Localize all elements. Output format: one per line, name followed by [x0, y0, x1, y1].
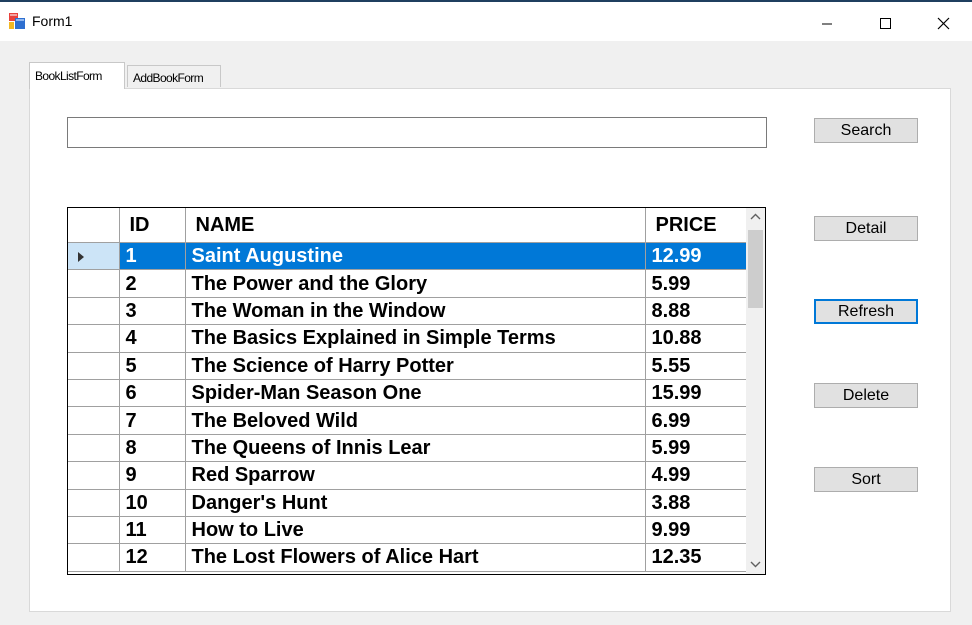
table-row[interactable]: 11 How to Live 9.99: [68, 516, 747, 545]
book-data-grid[interactable]: ID NAME PRICE 1 Saint Augustine 12.99 2 The …: [67, 207, 766, 575]
row-header[interactable]: [68, 242, 120, 271]
table-row[interactable]: 7 The Beloved Wild 6.99: [68, 406, 747, 435]
table-row[interactable]: 12 The Lost Flowers of Alice Hart 12.35: [68, 543, 747, 572]
table-row[interactable]: 5 The Science of Harry Potter 5.55: [68, 352, 747, 380]
close-icon: [937, 17, 950, 30]
cell-name[interactable]: Saint Augustine: [185, 242, 646, 271]
cell-id[interactable]: 9: [119, 461, 186, 490]
cell-id[interactable]: 2: [119, 269, 186, 298]
sort-button[interactable]: Sort: [814, 467, 918, 492]
table-row[interactable]: 6 Spider-Man Season One 15.99: [68, 379, 747, 408]
table-row[interactable]: 8 The Queens of Innis Lear 5.99: [68, 434, 747, 463]
search-input[interactable]: [67, 117, 767, 148]
cell-price[interactable]: 4.99: [645, 461, 747, 490]
cell-name[interactable]: Red Sparrow: [185, 461, 646, 490]
row-header[interactable]: [68, 461, 120, 490]
column-header-name[interactable]: NAME: [185, 208, 646, 243]
cell-id[interactable]: 7: [119, 406, 186, 435]
maximize-button[interactable]: [856, 4, 914, 42]
scrollbar-thumb[interactable]: [748, 230, 763, 308]
table-row[interactable]: 9 Red Sparrow 4.99: [68, 461, 747, 490]
book-table: ID NAME PRICE 1 Saint Augustine 12.99 2 The …: [68, 208, 747, 572]
cell-price[interactable]: 5.99: [645, 269, 747, 298]
cell-id[interactable]: 12: [119, 543, 186, 572]
scroll-down-arrow-icon[interactable]: [746, 555, 765, 574]
column-header-price[interactable]: PRICE: [645, 208, 747, 243]
current-row-arrow-icon: [78, 251, 84, 262]
row-header[interactable]: [68, 324, 120, 353]
delete-button[interactable]: Delete: [814, 383, 918, 408]
header-row: ID NAME PRICE: [68, 208, 747, 243]
vertical-scrollbar[interactable]: [746, 208, 765, 574]
scroll-up-arrow-icon[interactable]: [746, 208, 765, 227]
cell-name[interactable]: The Science of Harry Potter: [185, 352, 646, 380]
row-header[interactable]: [68, 489, 120, 517]
cell-price[interactable]: 9.99: [645, 516, 747, 545]
window-title: Form1: [32, 13, 73, 29]
row-header-corner: [68, 208, 120, 243]
cell-id[interactable]: 3: [119, 297, 186, 326]
cell-name[interactable]: The Beloved Wild: [185, 406, 646, 435]
column-header-id[interactable]: ID: [119, 208, 186, 243]
cell-name[interactable]: The Lost Flowers of Alice Hart: [185, 543, 646, 572]
cell-price[interactable]: 15.99: [645, 379, 747, 408]
detail-button[interactable]: Detail: [814, 216, 918, 241]
cell-price[interactable]: 5.99: [645, 434, 747, 463]
table-row[interactable]: 4 The Basics Explained in Simple Terms 10.…: [68, 324, 747, 353]
tab-booklistform[interactable]: BookListForm: [29, 62, 125, 89]
cell-price[interactable]: 3.88: [645, 489, 747, 517]
row-header[interactable]: [68, 269, 120, 298]
tab-addbookform[interactable]: AddBookForm: [127, 65, 221, 87]
minimize-icon: [822, 23, 832, 25]
close-button[interactable]: [914, 4, 972, 42]
cell-id[interactable]: 1: [119, 242, 186, 271]
row-header[interactable]: [68, 379, 120, 408]
maximize-icon: [880, 18, 891, 29]
cell-price[interactable]: 12.99: [645, 242, 747, 271]
cell-price[interactable]: 10.88: [645, 324, 747, 353]
cell-id[interactable]: 6: [119, 379, 186, 408]
table-row[interactable]: 3 The Woman in the Window 8.88: [68, 297, 747, 326]
table-row[interactable]: 10 Danger's Hunt 3.88: [68, 489, 747, 517]
row-header[interactable]: [68, 406, 120, 435]
row-header[interactable]: [68, 352, 120, 380]
refresh-button[interactable]: Refresh: [814, 299, 918, 324]
cell-name[interactable]: Danger's Hunt: [185, 489, 646, 517]
cell-price[interactable]: 12.35: [645, 543, 747, 572]
cell-price[interactable]: 5.55: [645, 352, 747, 380]
cell-price[interactable]: 8.88: [645, 297, 747, 326]
title-bar: Form1: [0, 0, 972, 41]
cell-price[interactable]: 6.99: [645, 406, 747, 435]
cell-id[interactable]: 11: [119, 516, 186, 545]
search-button[interactable]: Search: [814, 118, 918, 143]
cell-name[interactable]: The Basics Explained in Simple Terms: [185, 324, 646, 353]
cell-id[interactable]: 4: [119, 324, 186, 353]
cell-id[interactable]: 8: [119, 434, 186, 463]
row-header[interactable]: [68, 297, 120, 326]
cell-name[interactable]: The Power and the Glory: [185, 269, 646, 298]
cell-name[interactable]: The Queens of Innis Lear: [185, 434, 646, 463]
table-row[interactable]: 1 Saint Augustine 12.99: [68, 242, 747, 271]
table-row[interactable]: 2 The Power and the Glory 5.99: [68, 269, 747, 298]
cell-name[interactable]: The Woman in the Window: [185, 297, 646, 326]
app-icon: [9, 13, 25, 29]
row-header[interactable]: [68, 434, 120, 463]
cell-id[interactable]: 10: [119, 489, 186, 517]
minimize-button[interactable]: [798, 4, 856, 42]
row-header[interactable]: [68, 516, 120, 545]
cell-name[interactable]: Spider-Man Season One: [185, 379, 646, 408]
cell-id[interactable]: 5: [119, 352, 186, 380]
row-header[interactable]: [68, 543, 120, 572]
cell-name[interactable]: How to Live: [185, 516, 646, 545]
